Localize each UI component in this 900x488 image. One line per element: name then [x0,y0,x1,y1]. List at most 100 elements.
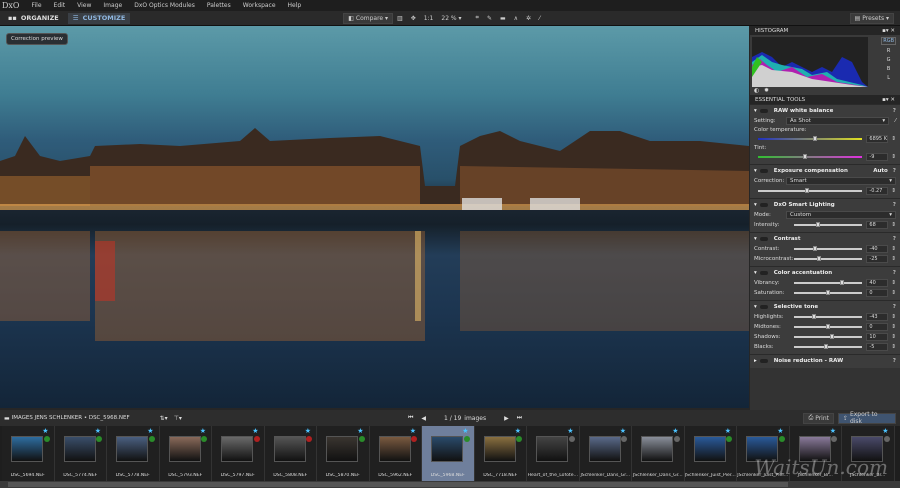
thumbnail[interactable]: ★ DSC_5694.NEF [2,426,55,481]
horizon-icon[interactable]: ∧ [510,13,522,24]
channel-b[interactable]: B [887,66,890,72]
star-icon[interactable]: ★ [95,427,101,435]
volume-deformation-icon[interactable]: ✲ [522,13,535,24]
spinner-icon[interactable]: ⇕ [891,256,896,262]
next-image-button[interactable]: ▶ [504,415,509,422]
thumbnail[interactable]: ★ DSC_5808.NEF [264,426,317,481]
spinner-icon[interactable]: ⇕ [891,280,896,286]
thumbnail[interactable]: ★ JSchlenker_Dans_Gr... [632,426,685,481]
thumbnail[interactable]: ★ DSC_5797.NEF [212,426,265,481]
setting-dropdown[interactable]: As Shot ▾ [786,117,890,125]
tool-header[interactable]: ▾ Color accentuation? [754,268,896,278]
slider[interactable] [794,256,863,261]
filter-icon[interactable]: ⊤▾ [174,415,182,422]
channel-l[interactable]: L [887,75,890,81]
slider-value-field[interactable]: 10 [866,333,889,341]
close-icon[interactable]: ▪▾ ✕ [882,97,895,103]
thumbnail[interactable]: ★ DSC_5870.NEF [317,426,370,481]
slider[interactable] [794,314,863,319]
presets-button[interactable]: ▤ Presets ▾ [849,12,894,24]
help-icon[interactable]: ? [893,202,896,208]
slider-handle[interactable] [811,314,816,319]
slider-handle[interactable] [826,290,831,295]
slider[interactable] [794,280,863,285]
slider[interactable] [794,344,863,349]
slider-value-field[interactable]: -25 [866,255,889,263]
thumbnail[interactable]: ★ JSchlenker_Juist_Pier... [684,426,737,481]
enable-toggle[interactable] [759,359,768,363]
star-icon[interactable]: ★ [725,427,731,435]
thumbnail[interactable]: ★ DSC_5778.NEF [107,426,160,481]
star-icon[interactable]: ★ [620,427,626,435]
slider-value-field[interactable]: -5 [866,343,889,351]
slider[interactable] [758,154,863,159]
pan-icon[interactable]: ✥ [407,13,420,24]
slider-value-field[interactable]: 0 [866,323,889,331]
spinner-icon[interactable]: ⇕ [891,344,896,350]
tool-header[interactable]: ▾ Exposure compensation Auto? [754,166,896,176]
spinner-icon[interactable]: ⇕ [891,222,896,228]
split-view-button[interactable]: ▥ [393,13,407,24]
star-icon[interactable]: ★ [305,427,311,435]
enable-toggle[interactable] [759,203,768,207]
star-icon[interactable]: ★ [147,427,153,435]
prev-image-button[interactable]: ◀ [421,415,426,422]
thumbnail[interactable]: ★ DSC_5793.NEF [159,426,212,481]
expand-arrow-icon[interactable]: ▾ [754,236,757,242]
thumbnail[interactable]: ★ DSC_5962.NEF [369,426,422,481]
expand-arrow-icon[interactable]: ▾ [754,202,757,208]
slider-value-field[interactable]: 6895 K [866,135,889,143]
scrollbar-thumb[interactable] [8,482,788,487]
thumbnail[interactable]: ★ JSchlenker_Dans_Gr... [579,426,632,481]
star-icon[interactable]: ★ [777,427,783,435]
star-icon[interactable]: ★ [200,427,206,435]
spinner-icon[interactable]: ⇕ [891,324,896,330]
star-icon[interactable]: ★ [830,427,836,435]
channel-g[interactable]: G [887,57,891,63]
eyedropper-icon[interactable]: ⁄ [895,118,896,124]
spinner-icon[interactable]: ⇕ [891,334,896,340]
star-icon[interactable]: ★ [252,427,258,435]
menu-file[interactable]: File [25,2,47,9]
expand-arrow-icon[interactable]: ▾ [754,108,757,114]
channel-rgb[interactable]: RGB [881,37,896,45]
expand-arrow-icon[interactable]: ▾ [754,270,757,276]
slider-value-field[interactable]: -0.27 [866,187,889,195]
help-icon[interactable]: ? [893,304,896,310]
slider-value-field[interactable]: -9 [866,153,889,161]
eyedropper-icon[interactable]: ⁄ [535,13,544,24]
slider-handle[interactable] [812,246,817,251]
enable-toggle[interactable] [759,169,768,173]
spinner-icon[interactable]: ⇕ [891,246,896,252]
red-eye-icon[interactable]: ▬ [496,13,510,24]
menu-optics-modules[interactable]: DxO Optics Modules [128,2,201,9]
star-icon[interactable]: ★ [462,427,468,435]
slider[interactable] [794,246,863,251]
slider-value-field[interactable]: -40 [866,245,889,253]
first-image-button[interactable]: ⏮ [408,414,413,422]
enable-toggle[interactable] [759,109,768,113]
menu-palettes[interactable]: Palettes [201,2,237,9]
spinner-icon[interactable]: ⇕ [891,314,896,320]
filmstrip-scrollbar[interactable] [0,481,900,488]
thumbnail[interactable]: ★ DSC_5968.NEF [422,426,475,481]
correction-preview-button[interactable]: Correction preview [6,33,68,45]
image-viewer[interactable]: Correction preview [0,26,749,408]
repair-icon[interactable]: ✎ [483,13,496,24]
zoom-1to1-button[interactable]: 1:1 [420,13,438,24]
slider-handle[interactable] [826,324,831,329]
star-icon[interactable]: ★ [882,427,888,435]
thumbnail[interactable]: ★ Heart_of_the_Lofote... [527,426,580,481]
slider[interactable] [794,334,863,339]
menu-help[interactable]: Help [282,2,308,9]
star-icon[interactable]: ★ [672,427,678,435]
slider-handle[interactable] [824,344,829,349]
organize-tab[interactable]: ▪▪ ORGANIZE [3,13,64,24]
enable-toggle[interactable] [759,237,768,241]
spinner-icon[interactable]: ⇕ [891,136,896,142]
highlight-clipping-icon[interactable]: ✹ [764,87,769,94]
star-icon[interactable]: ★ [567,427,573,435]
print-button[interactable]: ⎙ Print [803,412,834,424]
tool-header[interactable]: ▾ Selective tone? [754,302,896,312]
star-icon[interactable]: ★ [42,427,48,435]
